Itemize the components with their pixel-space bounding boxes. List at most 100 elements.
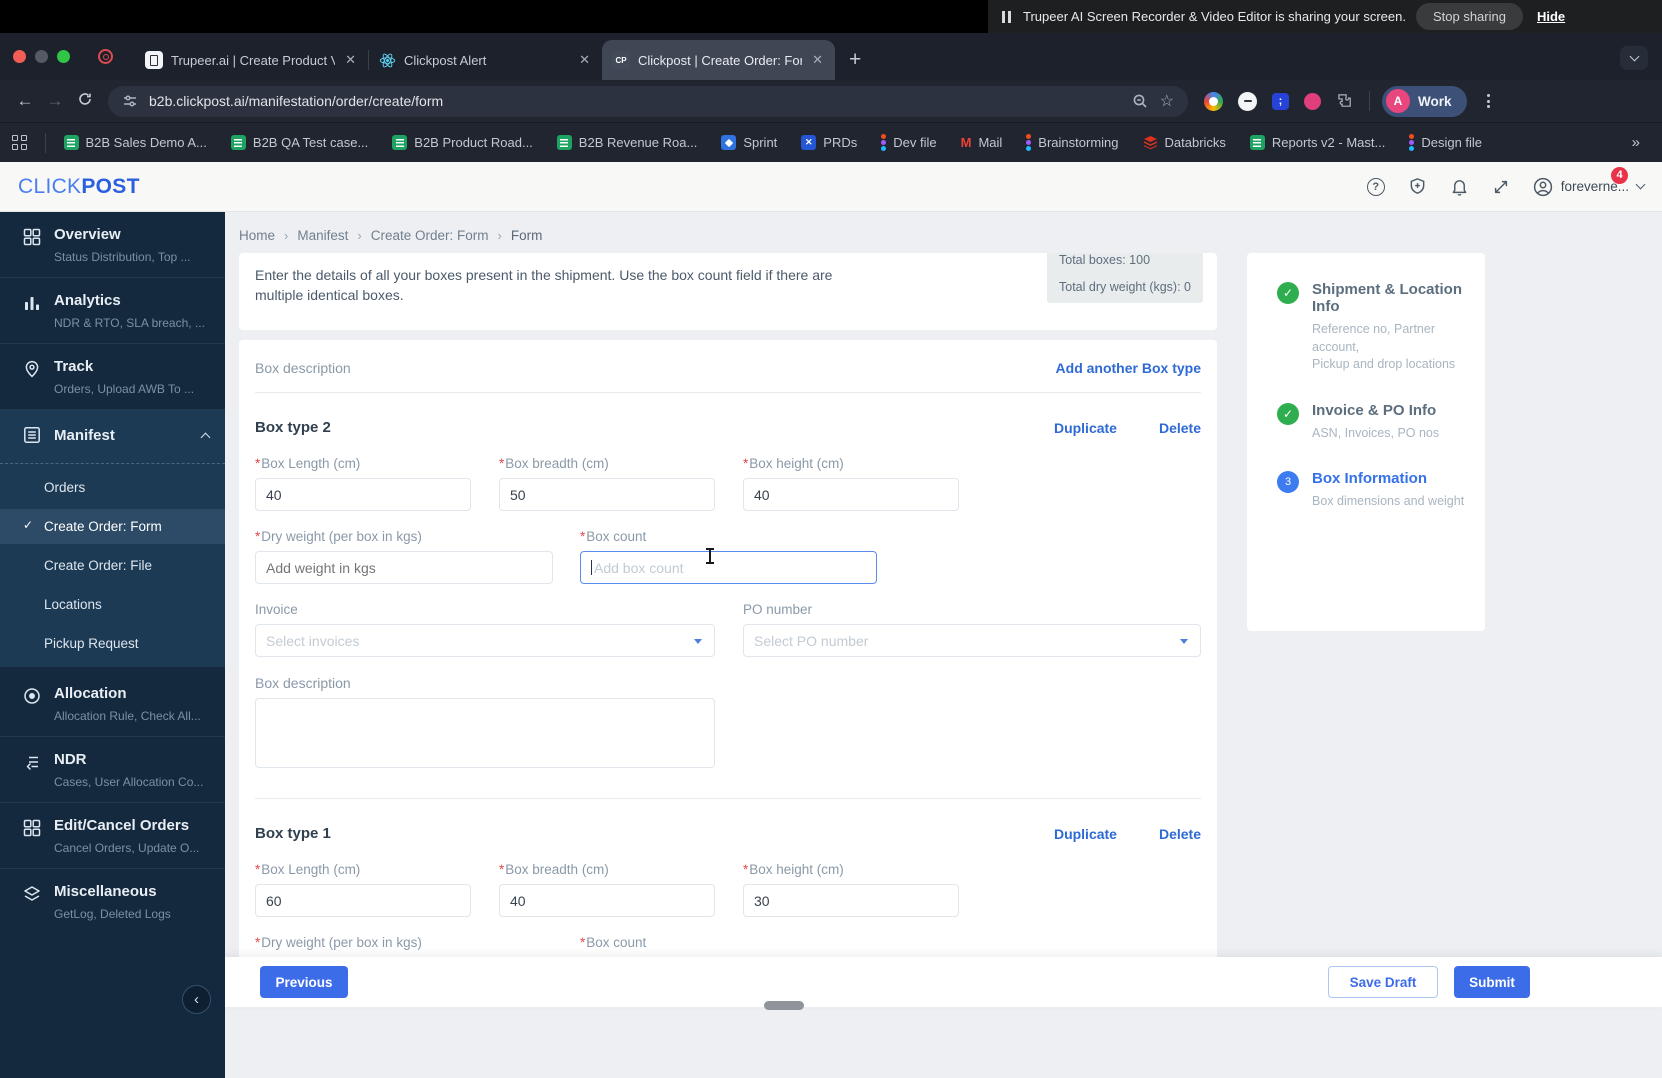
check-icon: ✓	[23, 518, 34, 532]
sidebar-item-analytics[interactable]: Analytics NDR & RTO, SLA breach, ...	[0, 278, 225, 343]
site-info-icon[interactable]	[122, 93, 138, 109]
tab-search-button[interactable]	[1620, 46, 1648, 70]
box-length-input[interactable]	[255, 478, 471, 511]
bookmark-item[interactable]: Reports v2 - Mast...	[1249, 135, 1385, 150]
sidebar-item-locations[interactable]: Locations	[0, 587, 225, 622]
tab-clickpost-alert[interactable]: Clickpost Alert ✕	[369, 40, 602, 80]
box-length-input[interactable]	[255, 884, 471, 917]
bell-icon[interactable]	[1450, 177, 1469, 196]
record-indicator-icon[interactable]	[98, 49, 113, 64]
sidebar-item-miscellaneous[interactable]: Miscellaneous GetLog, Deleted Logs	[0, 869, 225, 934]
box-types-card: Box description Add another Box type Box…	[239, 340, 1217, 1000]
close-window-button[interactable]	[13, 50, 26, 63]
duplicate-link[interactable]: Duplicate	[1054, 420, 1117, 436]
sidebar-item-orders[interactable]: Orders	[0, 470, 225, 505]
tab-close-icon[interactable]: ✕	[810, 52, 825, 68]
delete-link[interactable]: Delete	[1159, 420, 1201, 436]
bookmark-item[interactable]: B2B Revenue Roa...	[556, 135, 697, 150]
sidebar-item-allocation[interactable]: Allocation Allocation Rule, Check All...	[0, 671, 225, 736]
extension-circle-icon[interactable]	[1238, 91, 1257, 111]
sidebar-item-create-order-file[interactable]: Create Order: File	[0, 548, 225, 583]
dry-weight-input[interactable]	[255, 551, 553, 584]
step-invoice-po[interactable]: ✓ Invoice & PO Info ASN, Invoices, PO no…	[1277, 402, 1485, 443]
sidebar-item-edit-cancel-orders[interactable]: Edit/Cancel Orders Cancel Orders, Update …	[0, 803, 225, 868]
bookmark-item[interactable]: M Mail	[961, 135, 1003, 150]
forward-icon[interactable]: →	[40, 91, 70, 111]
new-tab-button[interactable]: +	[849, 48, 861, 72]
horizontal-scrollbar-thumb[interactable]	[764, 1001, 804, 1010]
extension-pink-icon[interactable]	[1304, 92, 1321, 110]
box-height-input[interactable]	[743, 478, 959, 511]
hide-link[interactable]: Hide	[1537, 9, 1565, 24]
bookmark-item[interactable]: Dev file	[881, 134, 937, 151]
bookmark-item[interactable]: B2B Sales Demo A...	[63, 135, 207, 150]
box-height-input[interactable]	[743, 884, 959, 917]
minimize-window-button[interactable]	[35, 50, 48, 63]
save-draft-button[interactable]: Save Draft	[1328, 966, 1438, 998]
add-box-type-link[interactable]: Add another Box type	[1056, 360, 1201, 376]
back-icon[interactable]: ←	[10, 91, 40, 111]
bookmark-item[interactable]: B2B QA Test case...	[230, 135, 368, 150]
pause-icon[interactable]	[1002, 10, 1011, 23]
breadcrumb-manifest[interactable]: Manifest	[297, 228, 348, 243]
bookmark-item[interactable]: Sprint	[721, 135, 777, 150]
account-icon	[1533, 177, 1552, 196]
dry-weight-label: Dry weight (per box in kgs)	[261, 935, 422, 950]
reload-icon[interactable]	[70, 91, 100, 112]
total-dry-weight: Total dry weight (kgs): 0	[1059, 280, 1191, 294]
box-count-label: Box count	[586, 529, 647, 544]
delete-link[interactable]: Delete	[1159, 826, 1201, 842]
fullscreen-window-button[interactable]	[57, 50, 70, 63]
duplicate-link[interactable]: Duplicate	[1054, 826, 1117, 842]
box-count-input[interactable]: Add box count	[580, 551, 877, 584]
clickpost-logo[interactable]: CLICKPOST	[18, 175, 140, 199]
bookmarks-overflow-chevron[interactable]: »	[1632, 134, 1650, 151]
breadcrumb-create-order-form[interactable]: Create Order: Form	[371, 228, 489, 243]
apps-grid-icon[interactable]	[12, 135, 27, 150]
tab-close-icon[interactable]: ✕	[343, 52, 358, 68]
share-message: Trupeer AI Screen Recorder & Video Edito…	[1023, 9, 1406, 24]
sidebar-item-overview[interactable]: Overview Status Distribution, Top ...	[0, 212, 225, 277]
previous-button[interactable]: Previous	[260, 966, 348, 998]
bookmark-item[interactable]: ✕ PRDs	[801, 135, 857, 150]
zoom-icon[interactable]	[1132, 93, 1149, 110]
sidebar-item-ndr[interactable]: NDR Cases, User Allocation Co...	[0, 737, 225, 802]
profile-avatar: A	[1386, 89, 1410, 113]
bookmark-item[interactable]: B2B Product Road...	[392, 135, 533, 150]
help-icon[interactable]: ?	[1366, 177, 1385, 196]
jira-icon	[721, 135, 737, 150]
sidebar-item-pickup-request[interactable]: Pickup Request	[0, 626, 225, 667]
bookmark-star-icon[interactable]: ☆	[1160, 91, 1174, 111]
bookmark-item[interactable]: Databricks	[1143, 135, 1226, 150]
bookmark-item[interactable]: Brainstorming	[1026, 134, 1119, 151]
po-number-select[interactable]: Select PO number	[743, 624, 1201, 657]
stop-sharing-button[interactable]: Stop sharing	[1415, 3, 1523, 30]
browser-profile-button[interactable]: A Work	[1382, 85, 1467, 117]
sidebar-item-create-order-form[interactable]: ✓ Create Order: Form	[0, 509, 225, 544]
notification-badge: 4	[1611, 166, 1628, 184]
box-description-textarea[interactable]	[255, 698, 715, 768]
tab-trupeer[interactable]: Trupeer.ai | Create Product Vi ✕	[135, 40, 368, 80]
sidebar-item-track[interactable]: Track Orders, Upload AWB To ...	[0, 344, 225, 409]
expand-icon[interactable]	[1492, 178, 1510, 196]
step-shipment-location[interactable]: ✓ Shipment & Location Info Reference no,…	[1277, 281, 1485, 374]
tab-clickpost-create-order[interactable]: CP Clickpost | Create Order: Form ✕	[602, 40, 835, 80]
url-text: b2b.clickpost.ai/manifestation/order/cre…	[149, 93, 444, 109]
sidebar-collapse-button[interactable]: ‹	[182, 985, 211, 1014]
extensions-puzzle-icon[interactable]	[1336, 92, 1355, 111]
browser-menu-icon[interactable]	[1481, 94, 1496, 108]
step-box-information[interactable]: 3 Box Information Box dimensions and wei…	[1277, 470, 1485, 511]
breadcrumb-home[interactable]: Home	[239, 228, 275, 243]
account-menu[interactable]: foreverne... 4	[1533, 166, 1646, 197]
box-breadth-input[interactable]	[499, 478, 715, 511]
tab-close-icon[interactable]: ✕	[577, 52, 592, 68]
address-bar[interactable]: b2b.clickpost.ai/manifestation/order/cre…	[108, 85, 1188, 117]
extension-lens-icon[interactable]	[1204, 91, 1223, 111]
invoice-select[interactable]: Select invoices	[255, 624, 715, 657]
extension-blue-icon[interactable]: ;	[1272, 92, 1289, 110]
box-breadth-input[interactable]	[499, 884, 715, 917]
bookmark-item[interactable]: Design file	[1409, 134, 1482, 151]
submit-button[interactable]: Submit	[1454, 966, 1530, 998]
sidebar-item-manifest[interactable]: Manifest	[0, 410, 225, 459]
shield-icon[interactable]	[1408, 177, 1427, 196]
